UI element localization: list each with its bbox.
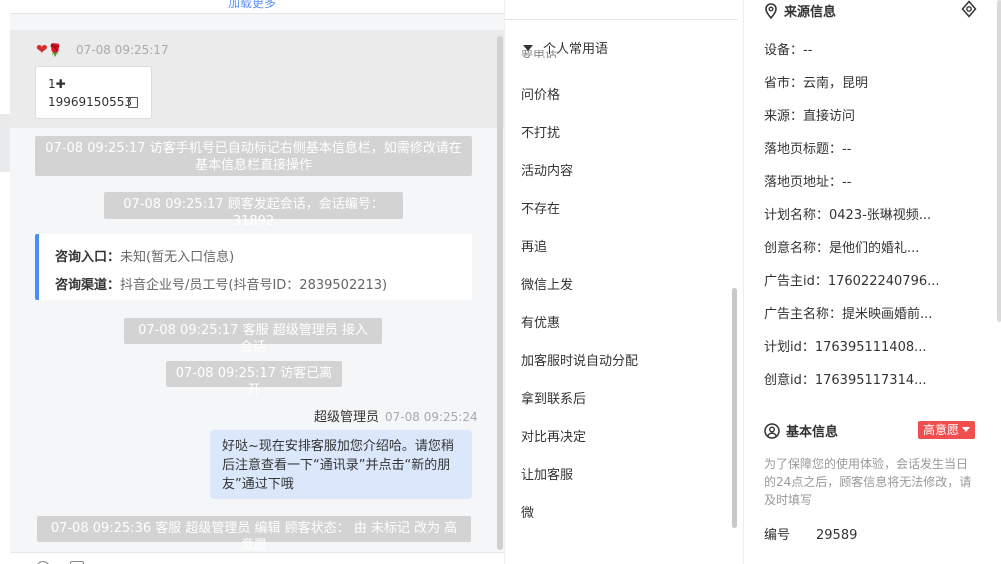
chat-panel: 加载更多 ❤🌹 07-08 09:25:17 1✚ 19969150553 07… (10, 0, 504, 552)
caret-down-icon (962, 427, 971, 432)
system-message: 07-08 09:25:17 访客已离开 (166, 361, 342, 398)
creative-id: 创意id：176395117314... (764, 373, 927, 388)
phrase-item[interactable]: 再追 (521, 236, 547, 255)
phrase-item[interactable]: 不存在 (521, 198, 560, 217)
card-time: 07-08 09:25:17 (76, 43, 169, 57)
system-message: 07-08 09:25:17 顾客发起会话，会话编号：31892 (104, 192, 403, 229)
agent-message-time: 07-08 09:25:24 (385, 410, 478, 424)
advertiser-id: 广告主id：176022240796... (764, 274, 940, 289)
heart-icon: ❤ (36, 42, 48, 58)
consult-channel-row: 咨询渠道：抖音企业号/员工号(抖音号ID：2839502213) (55, 278, 388, 293)
system-message: 07-08 09:25:17 访客手机号已自动标记右侧基本信息栏，如需修改请在基… (35, 136, 472, 176)
phrase-item[interactable]: 不打扰 (521, 122, 560, 141)
load-more-link[interactable]: 加载更多 (228, 0, 276, 11)
consult-entry-row: 咨询入口：未知(暂无入口信息) (55, 250, 235, 265)
intent-status-badge[interactable]: 高意愿 (918, 421, 976, 439)
plan-id: 计划id：176395111408... (764, 340, 927, 355)
customer-number: 编号 29589 (764, 528, 858, 543)
phrase-item[interactable]: 问价格 (521, 84, 560, 103)
landing-page-title: 落地页标题：-- (764, 142, 852, 157)
copy-icon[interactable] (128, 97, 138, 108)
phrase-item[interactable]: 活动内容 (521, 160, 573, 179)
phone-card[interactable]: 1✚ 19969150553 (35, 66, 152, 119)
consult-info-card: 咨询入口：未知(暂无入口信息) 咨询渠道：抖音企业号/员工号(抖音号ID：283… (35, 234, 472, 300)
rose-icon: 🌹 (47, 43, 63, 57)
user-icon (764, 423, 780, 439)
chat-topbar: 加载更多 (10, 0, 504, 14)
agent-message-bubble: 好哒~现在安排客服加您介绍哈。请您稍后注意查看一下“通讯录”并点击“新的朋友”通… (210, 430, 472, 499)
visitor-emoji-row: ❤🌹 07-08 09:25:17 (36, 42, 169, 58)
phrase-item[interactable]: 对比再决定 (521, 426, 586, 445)
phrase-group-header[interactable]: 个人常用语 (523, 38, 608, 57)
advertiser-name: 广告主名称：提米映画婚前... (764, 307, 933, 322)
customer-info-panel: 来源信息 设备：-- 省市：云南，昆明 来源：直接访问 落地页标题：-- 落地页… (743, 0, 1001, 564)
agent-name: 超级管理员 (314, 410, 380, 425)
source-city: 省市：云南，昆明 (764, 76, 869, 91)
system-message: 07-08 09:25:17 客服 超级管理员 接入会话 (124, 318, 382, 355)
info-scrollbar[interactable] (997, 0, 1001, 322)
phone-card-line1: 1✚ (48, 77, 66, 91)
edit-notice: 为了保障您的使用体验，会话发生当日的24点之后，顾客信息将无法修改，请及时填写 (764, 457, 972, 507)
phrase-item[interactable]: 让加客服 (521, 464, 573, 483)
location-pin-icon (765, 3, 777, 20)
plan-name: 计划名称：0423-张琳视频... (764, 208, 932, 223)
left-strip-marker (0, 114, 10, 172)
basic-info-title: 基本信息 (764, 421, 838, 440)
agent-message-header: 超级管理员 07-08 09:25:24 (314, 406, 478, 425)
landing-page-url: 落地页地址：-- (764, 175, 852, 190)
phrase-item[interactable]: 拿到联系后 (521, 388, 586, 407)
app-root: 加载更多 ❤🌹 07-08 09:25:17 1✚ 19969150553 07… (0, 0, 1001, 564)
source-info-title: 来源信息 (764, 1, 836, 20)
common-phrases-panel: 要电话 个人常用语 问价格 不打扰 活动内容 不存在 再追 微信上发 有优惠 加… (504, 0, 743, 564)
phrase-item[interactable]: 微 (521, 502, 534, 521)
source-origin: 来源：直接访问 (764, 109, 856, 124)
source-device: 设备：-- (764, 43, 813, 58)
locate-target-icon[interactable] (960, 0, 978, 18)
phrases-scrollbar[interactable] (732, 288, 737, 528)
system-message: 07-08 09:25:36 客服 超级管理员 编辑 顾客状态： 由 未标记 改… (37, 516, 471, 552)
chat-input-toolbar (10, 552, 504, 564)
plus-icon: ✚ (55, 77, 66, 91)
caret-down-icon (523, 45, 533, 51)
creative-name: 创意名称：是他们的婚礼... (764, 241, 920, 256)
left-strip (0, 0, 10, 564)
phrase-item[interactable]: 有优惠 (521, 312, 560, 331)
chat-scrollbar[interactable] (497, 36, 503, 550)
divider (505, 19, 738, 20)
phrase-item[interactable]: 加客服时说自动分配 (521, 350, 638, 369)
phone-number: 19969150553 (48, 95, 132, 109)
phrase-item[interactable]: 微信上发 (521, 274, 573, 293)
